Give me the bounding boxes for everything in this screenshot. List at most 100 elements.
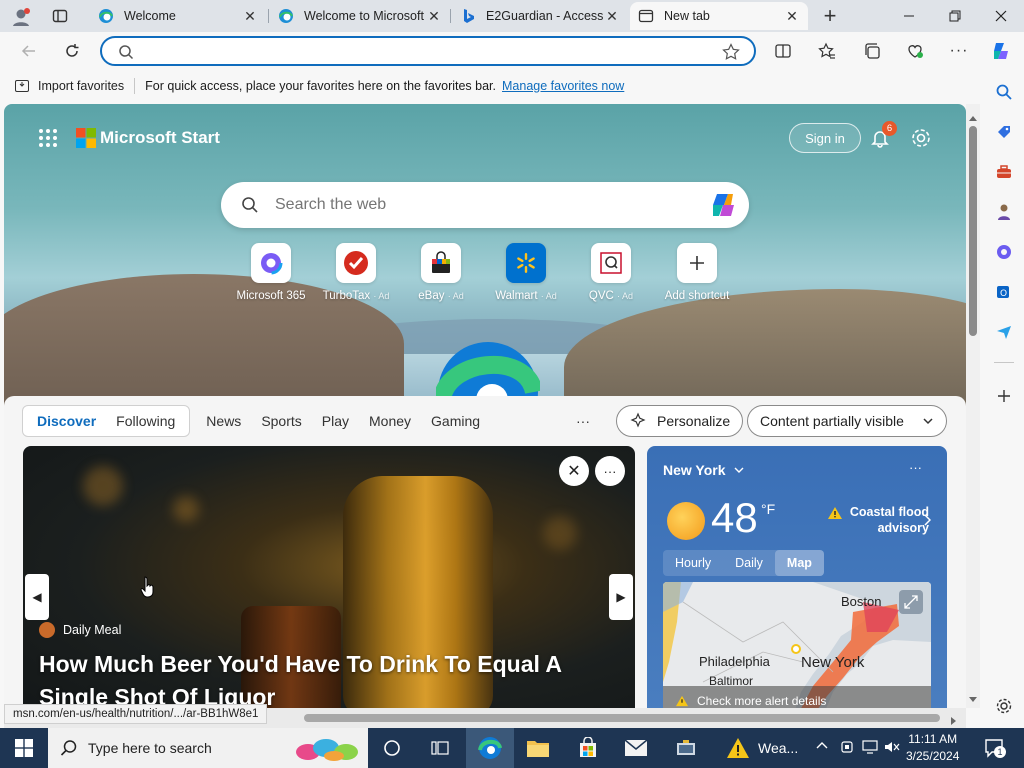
scroll-right-arrow-icon[interactable] <box>950 714 958 725</box>
weather-more-button[interactable]: ··· <box>909 460 922 475</box>
article-source[interactable]: Daily Meal <box>39 622 121 638</box>
favorites-button[interactable] <box>812 36 842 66</box>
show-hidden-icons-chevron-icon[interactable] <box>816 740 828 755</box>
favorite-star-icon[interactable] <box>722 43 740 64</box>
tab-discover[interactable]: Discover <box>27 405 106 437</box>
sidebar-outlook-icon[interactable]: O <box>992 280 1016 304</box>
previous-arrow-button[interactable]: ◀ <box>25 574 49 620</box>
split-screen-button[interactable] <box>768 36 798 66</box>
taskbar-file-explorer-button[interactable] <box>514 728 562 768</box>
personalize-button[interactable]: Personalize <box>616 405 744 437</box>
scroll-down-arrow-icon[interactable] <box>968 692 978 702</box>
sidebar-settings-icon[interactable] <box>992 694 1016 718</box>
weather-alert[interactable]: Coastal flood advisory <box>823 504 929 536</box>
import-favorites-button[interactable]: Import favorites <box>14 78 124 94</box>
shortcut-ebay[interactable]: eBay · Ad <box>396 243 486 302</box>
tab-money[interactable]: Money <box>359 405 421 437</box>
profile-avatar[interactable] <box>10 6 32 28</box>
tab-new-tab[interactable]: New tab ✕ <box>630 2 808 30</box>
volume-muted-icon[interactable] <box>884 740 900 757</box>
weather-tab-hourly[interactable]: Hourly <box>663 550 723 576</box>
featured-article-card[interactable]: ✕ ··· ◀ ▶ Daily Meal How Much Beer You'd… <box>23 446 635 708</box>
horizontal-scroll-thumb[interactable] <box>304 714 940 722</box>
taskbar-clock[interactable]: 11:11 AM 3/25/2024 <box>906 731 959 765</box>
close-window-button[interactable] <box>978 0 1024 32</box>
taskbar-mail-button[interactable] <box>612 728 660 768</box>
content-visibility-dropdown[interactable]: Content partially visible <box>747 405 947 437</box>
browser-essentials-button[interactable] <box>900 36 930 66</box>
tab-actions-icon[interactable] <box>52 8 68 24</box>
shortcut-qvc[interactable]: QVC · Ad <box>566 243 656 302</box>
taskbar-app-button[interactable] <box>662 728 710 768</box>
weather-tab-map[interactable]: Map <box>774 550 824 576</box>
ms-start-brand[interactable]: Microsoft Start <box>100 128 220 148</box>
manage-favorites-link[interactable]: Manage favorites now <box>502 79 624 93</box>
back-button[interactable] <box>14 36 44 66</box>
article-more-button[interactable]: ··· <box>595 456 625 486</box>
article-title[interactable]: How Much Beer You'd Have To Drink To Equ… <box>39 648 599 708</box>
tab-close-icon[interactable]: ✕ <box>784 8 800 25</box>
sidebar-microsoft365-icon[interactable] <box>992 240 1016 264</box>
network-icon[interactable] <box>862 740 878 757</box>
new-tab-button[interactable]: + <box>816 2 844 30</box>
tab-welcome-microsoft[interactable]: Welcome to Microsoft ✕ <box>270 2 450 30</box>
sidebar-shopping-icon[interactable] <box>992 120 1016 144</box>
minimize-button[interactable] <box>886 0 932 32</box>
tab-news[interactable]: News <box>196 405 251 437</box>
sidebar-search-icon[interactable] <box>992 80 1016 104</box>
dismiss-article-button[interactable]: ✕ <box>559 456 589 486</box>
next-arrow-button[interactable]: ▶ <box>609 574 633 620</box>
taskbar-edge-button[interactable] <box>466 728 514 768</box>
sidebar-add-icon[interactable] <box>992 384 1016 408</box>
copilot-icon[interactable] <box>709 192 737 221</box>
tab-sports[interactable]: Sports <box>251 405 311 437</box>
shortcut-microsoft-365[interactable]: Microsoft 365 <box>226 243 316 302</box>
app-launcher-icon[interactable] <box>38 128 58 148</box>
widgets-button[interactable] <box>416 728 464 768</box>
tray-device-icon[interactable] <box>840 740 854 757</box>
copilot-button[interactable] <box>986 36 1016 66</box>
sidebar-games-icon[interactable] <box>992 200 1016 224</box>
sidebar-send-icon[interactable] <box>992 320 1016 344</box>
vertical-scrollbar[interactable] <box>966 104 980 708</box>
collections-button[interactable] <box>857 36 887 66</box>
settings-more-button[interactable]: ··· <box>944 36 974 66</box>
weather-map[interactable]: Boston Philadelphia New York Baltimor Ch… <box>663 582 931 708</box>
web-search-box[interactable] <box>221 182 749 228</box>
task-view-button[interactable] <box>368 728 416 768</box>
sign-in-button[interactable]: Sign in <box>789 123 861 153</box>
temperature-unit[interactable]: °F <box>761 501 775 517</box>
address-bar[interactable] <box>100 36 756 66</box>
weather-card[interactable]: New York ··· 48 °F Coastal flood advisor… <box>647 446 947 708</box>
tab-gaming[interactable]: Gaming <box>421 405 490 437</box>
refresh-button[interactable] <box>57 36 87 66</box>
address-input[interactable] <box>146 42 706 62</box>
action-center-button[interactable]: 1 <box>984 738 1006 761</box>
tab-e2guardian[interactable]: E2Guardian - Access ✕ <box>452 2 628 30</box>
tab-close-icon[interactable]: ✕ <box>604 8 620 25</box>
weather-location-selector[interactable]: New York <box>663 462 744 478</box>
scroll-up-arrow-icon[interactable] <box>968 110 978 121</box>
page-settings-gear-icon[interactable] <box>910 127 932 149</box>
start-button[interactable] <box>0 728 48 768</box>
tab-play[interactable]: Play <box>312 405 359 437</box>
tab-close-icon[interactable]: ✕ <box>426 8 442 25</box>
tab-close-icon[interactable]: ✕ <box>242 8 258 25</box>
tab-welcome[interactable]: Welcome ✕ <box>90 2 266 30</box>
sidebar-tools-icon[interactable] <box>992 160 1016 184</box>
vertical-scroll-thumb[interactable] <box>969 126 977 336</box>
taskbar-store-button[interactable] <box>564 728 612 768</box>
weather-tab-daily[interactable]: Daily <box>723 550 775 576</box>
expand-map-icon[interactable] <box>899 590 923 614</box>
tab-following[interactable]: Following <box>106 405 185 437</box>
shortcut-walmart[interactable]: Walmart · Ad <box>481 243 571 302</box>
taskbar-search-box[interactable]: Type here to search <box>48 728 368 768</box>
web-search-input[interactable] <box>275 195 695 215</box>
check-alert-details-link[interactable]: Check more alert details <box>663 686 931 708</box>
chevron-right-icon[interactable] <box>923 514 932 529</box>
shortcut-turbotax[interactable]: TurboTax · Ad <box>311 243 401 302</box>
restore-button[interactable] <box>932 0 978 32</box>
shortcut-add[interactable]: Add shortcut <box>652 243 742 302</box>
taskbar-weather-button[interactable]: Wea... <box>716 728 808 768</box>
feed-more-button[interactable]: ··· <box>576 413 590 429</box>
